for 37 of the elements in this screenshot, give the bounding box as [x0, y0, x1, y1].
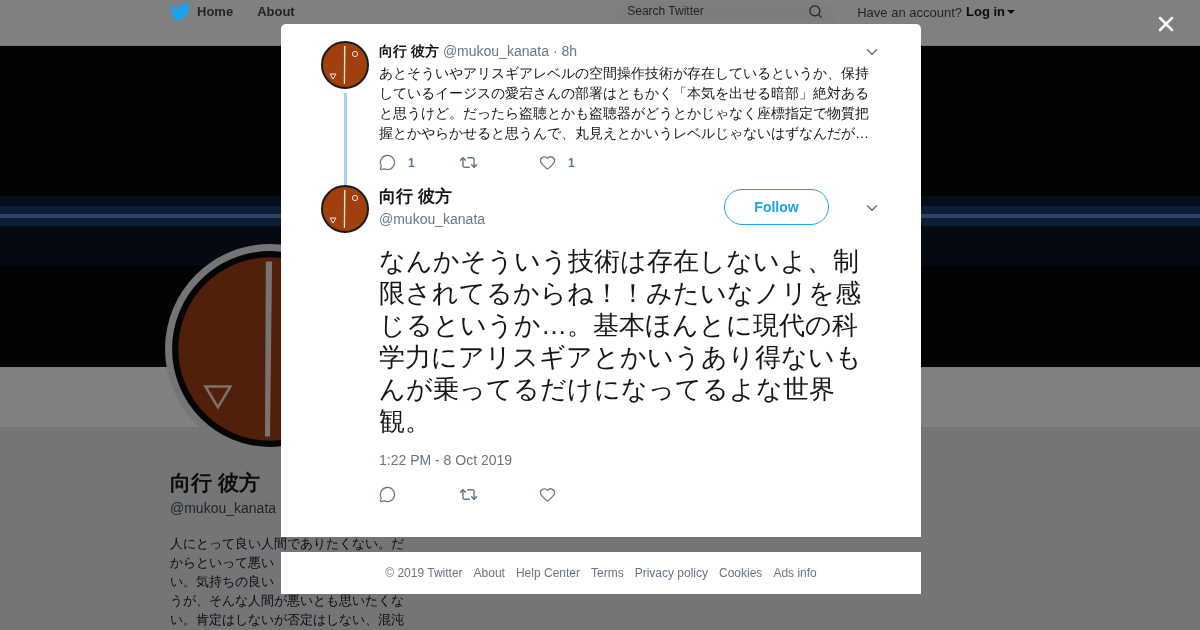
bio-line: からといって悪い — [170, 554, 274, 572]
tweet-text: なんかそういう技術は存在しないよ、制限されてるからね！！みたいなノリを感じるというか…。基本ほんとに現代の科学力にアリスギアとかいうあり得ないもんが乗ってるだけになってるよな世界観。 — [379, 245, 863, 437]
footer-link[interactable]: Terms — [591, 564, 624, 582]
profile-handle: @mukou_kanata — [170, 499, 277, 518]
search-icon[interactable] — [808, 4, 824, 19]
like-icon[interactable] — [539, 486, 556, 503]
footer-link[interactable]: Ads info — [773, 564, 817, 582]
avatar-drawing — [321, 41, 369, 89]
reply-icon[interactable] — [379, 154, 396, 171]
reply-icon[interactable] — [379, 486, 396, 503]
bio-line: 人にとって良い人間でありたくない。だ — [170, 535, 404, 553]
account-prompt: Have an account? — [857, 4, 962, 21]
like-icon[interactable] — [539, 154, 556, 171]
nav-link[interactable]: Home — [170, 3, 234, 21]
user-handle[interactable]: @mukou_kanata — [379, 209, 486, 230]
login-link[interactable]: Log in — [966, 3, 1015, 21]
footer-link[interactable]: Cookies — [719, 564, 763, 582]
like-count: 1 — [568, 154, 575, 172]
bird-icon — [170, 3, 191, 21]
bio-line: うが、そんな人間が悪いとも思いたくな — [170, 592, 404, 610]
profile-name: 向行 彼方 — [170, 470, 260, 496]
avatar-drawing — [321, 185, 369, 233]
footer-link[interactable]: Privacy policy — [634, 564, 708, 582]
user-handle[interactable]: @mukou_kanata — [442, 41, 549, 62]
footer-link[interactable]: Help Center — [515, 564, 580, 582]
reply-count: 1 — [408, 154, 415, 172]
bio-line: い。気持ちの良い — [170, 573, 274, 591]
user-name[interactable]: 向行 彼方 — [379, 41, 439, 62]
search-field[interactable]: Search Twitter — [615, 1, 836, 21]
tweet-time[interactable]: · 8h — [552, 41, 578, 62]
footer-link[interactable]: About — [473, 564, 505, 582]
nav-link[interactable]: About — [257, 3, 295, 21]
tweet-text: あとそういやアリスギアレベルの空間操作技術が存在しているというか、保持しているイージスの愛宕さんの部署はともかく「本気を出せる暗部」絶対あると思うけど。だったら盗聴とかも盗聴器がどうとかじゃなく座標指定で物質把握とかやらかせると思うんで、丸見えとかいうレベルじゃないはずなんだが… — [379, 64, 870, 143]
user-name[interactable]: 向行 彼方 — [379, 186, 486, 208]
tweet-timestamp[interactable]: 1:22 PM - 8 Oct 2019 — [379, 450, 881, 471]
footer-link[interactable]: © 2019 Twitter — [385, 564, 463, 582]
bio-line: い。肯定はしないが否定はしない、混沌 — [170, 611, 404, 629]
